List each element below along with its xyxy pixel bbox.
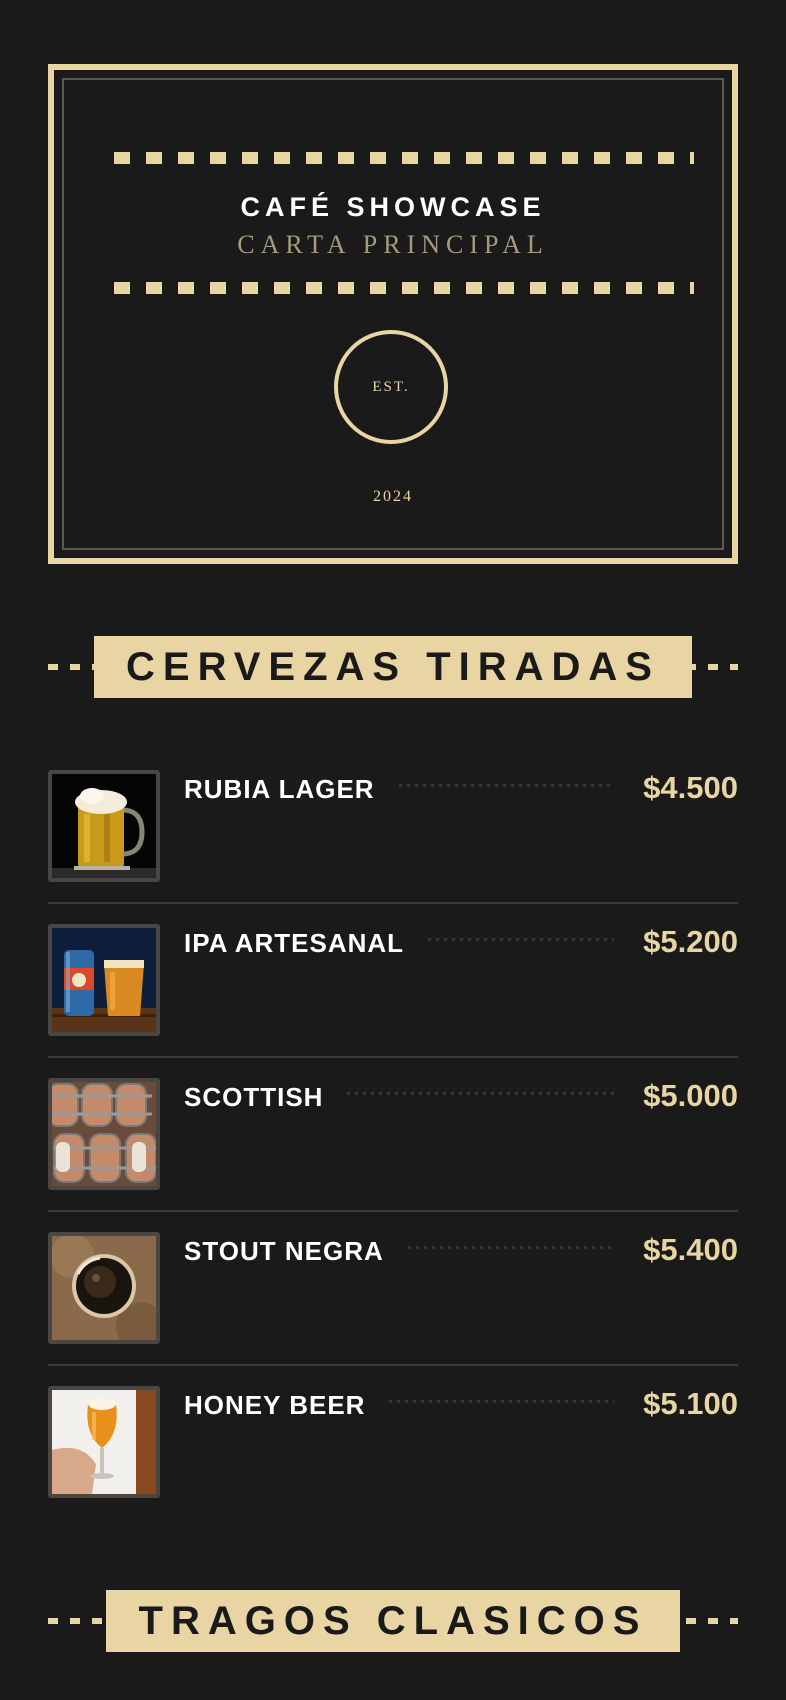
item-price: $5.200 xyxy=(643,924,738,959)
menu-page: CAFÉ SHOWCASE CARTA PRINCIPAL EST. 2024 … xyxy=(0,0,786,1700)
stout-glass-top-view-photo xyxy=(48,1232,160,1344)
item-name: RUBIA LAGER xyxy=(184,774,375,804)
section-title: TRAGOS CLASICOS xyxy=(138,1598,648,1643)
item-name: IPA ARTESANAL xyxy=(184,928,405,958)
item-divider xyxy=(48,902,738,904)
item-name: HONEY BEER xyxy=(184,1390,366,1420)
est-badge: EST. xyxy=(334,330,448,444)
dotted-leader xyxy=(428,938,614,941)
barrels-image xyxy=(52,1082,156,1186)
item-divider xyxy=(48,1210,738,1212)
lager-mug-image xyxy=(52,774,156,878)
menu-item[interactable]: HONEY BEER $5.100 xyxy=(48,1386,738,1540)
header-dash-band-bottom xyxy=(114,282,694,294)
menu-item[interactable]: STOUT NEGRA $5.400 xyxy=(48,1232,738,1386)
dotted-leader xyxy=(389,1400,614,1403)
honey-beer-image xyxy=(52,1390,156,1494)
item-name: STOUT NEGRA xyxy=(184,1236,384,1266)
stout-image xyxy=(52,1236,156,1340)
section-title-box: CERVEZAS TIRADAS xyxy=(94,636,692,698)
item-divider xyxy=(48,1364,738,1366)
dotted-leader xyxy=(399,784,614,787)
lager-mug-photo xyxy=(48,770,160,882)
item-price: $4.500 xyxy=(643,770,738,805)
brand-subtitle: CARTA PRINCIPAL xyxy=(237,230,549,259)
menu-item[interactable]: IPA ARTESANAL $5.200 xyxy=(48,924,738,1078)
honey-beer-glass-in-hand-photo xyxy=(48,1386,160,1498)
est-year: 2024 xyxy=(373,488,413,505)
section-title: CERVEZAS TIRADAS xyxy=(126,644,660,689)
beer-menu-list: RUBIA LAGER $4.500 IPA ARTESANAL $5.200 … xyxy=(48,770,738,1540)
item-name: SCOTTISH xyxy=(184,1082,324,1112)
dotted-leader xyxy=(347,1092,614,1095)
header-dash-band-top xyxy=(114,152,694,164)
item-divider xyxy=(48,1056,738,1058)
est-label: EST. xyxy=(372,378,410,395)
item-price: $5.400 xyxy=(643,1232,738,1267)
section-heading-drinks: TRAGOS CLASICOS xyxy=(48,1590,738,1652)
brand-title: CAFÉ SHOWCASE xyxy=(240,192,546,222)
item-price: $5.100 xyxy=(643,1386,738,1421)
ipa-can-and-glass-photo xyxy=(48,924,160,1036)
header-inner-frame: CAFÉ SHOWCASE CARTA PRINCIPAL EST. 2024 xyxy=(62,78,724,550)
menu-item[interactable]: RUBIA LAGER $4.500 xyxy=(48,770,738,924)
header-card: CAFÉ SHOWCASE CARTA PRINCIPAL EST. 2024 xyxy=(48,64,738,564)
section-heading-beers: CERVEZAS TIRADAS xyxy=(48,636,738,698)
section-title-box: TRAGOS CLASICOS xyxy=(106,1590,680,1652)
item-price: $5.000 xyxy=(643,1078,738,1113)
menu-item[interactable]: SCOTTISH $5.000 xyxy=(48,1078,738,1232)
ipa-image xyxy=(52,928,156,1032)
dotted-leader xyxy=(408,1246,614,1249)
beer-barrels-photo xyxy=(48,1078,160,1190)
